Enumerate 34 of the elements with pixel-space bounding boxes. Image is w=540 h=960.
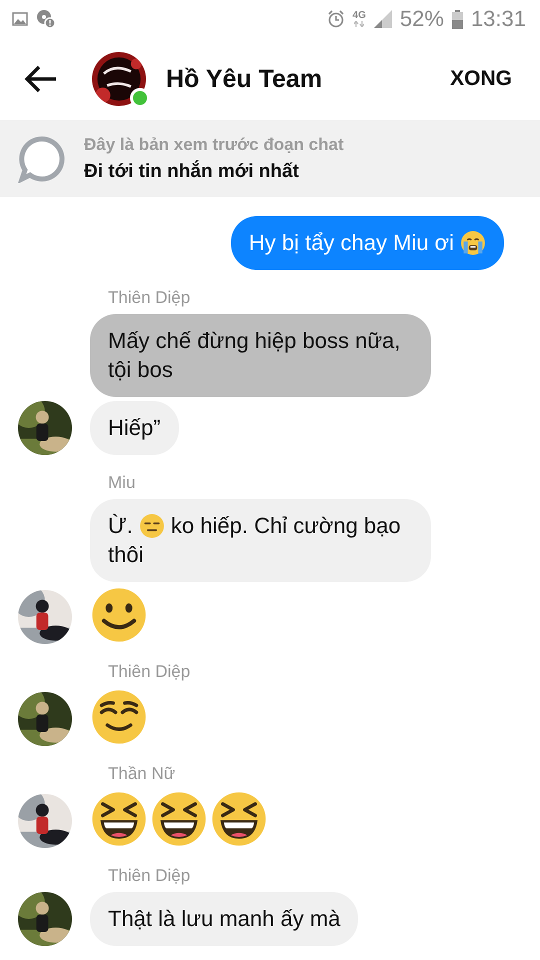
chat-bubble-icon <box>18 134 66 182</box>
clock-time: 13:31 <box>470 6 526 32</box>
relieved-face-icon <box>90 688 148 746</box>
laughing-face-icon <box>90 790 148 848</box>
signal-icon <box>374 10 392 28</box>
disc-alert-icon <box>36 9 56 29</box>
laughing-face-icon <box>210 790 268 848</box>
sender-name: Thần Nữ <box>108 764 176 784</box>
network-type: 4G <box>352 11 366 21</box>
alarm-clock-icon <box>326 10 345 28</box>
message-text: Hy bị tẩy chay Miu ơi <box>248 229 454 257</box>
sender-name: Thiên Diệp <box>108 288 192 308</box>
sender-name: Thiên Diệp <box>108 662 192 682</box>
message-text: Thật là lưu manh ấy mà <box>108 905 340 933</box>
sender-name: Miu <box>108 473 136 493</box>
data-arrows-icon <box>354 21 364 27</box>
laughing-face-icon <box>150 790 208 848</box>
neutral-face-icon <box>138 512 165 538</box>
done-button[interactable]: XONG <box>450 61 512 97</box>
back-arrow-icon[interactable] <box>24 65 58 93</box>
chat-title: Hồ Yêu Team <box>166 64 324 94</box>
smiling-face-icon <box>90 586 148 644</box>
sender-name: Thiên Diệp <box>108 866 192 886</box>
message-text: thôi <box>108 541 144 569</box>
latest-messages-link[interactable]: Đi tới tin nhắn mới nhất <box>84 160 344 182</box>
preview-notice: Đây là bản xem trước đoạn chat <box>84 134 344 154</box>
battery-icon <box>452 10 463 28</box>
image-icon <box>12 12 28 26</box>
message-text: Hiếp” <box>108 414 161 442</box>
battery-percentage: 52% <box>400 6 444 32</box>
message-text: Ừ. <box>108 512 133 540</box>
message-text: Mấy chế đừng hiệp boss nữa, tội bos <box>108 327 402 384</box>
crying-face-icon <box>460 230 486 256</box>
message-text: ko hiếp. Chỉ cường bạo <box>170 512 401 540</box>
